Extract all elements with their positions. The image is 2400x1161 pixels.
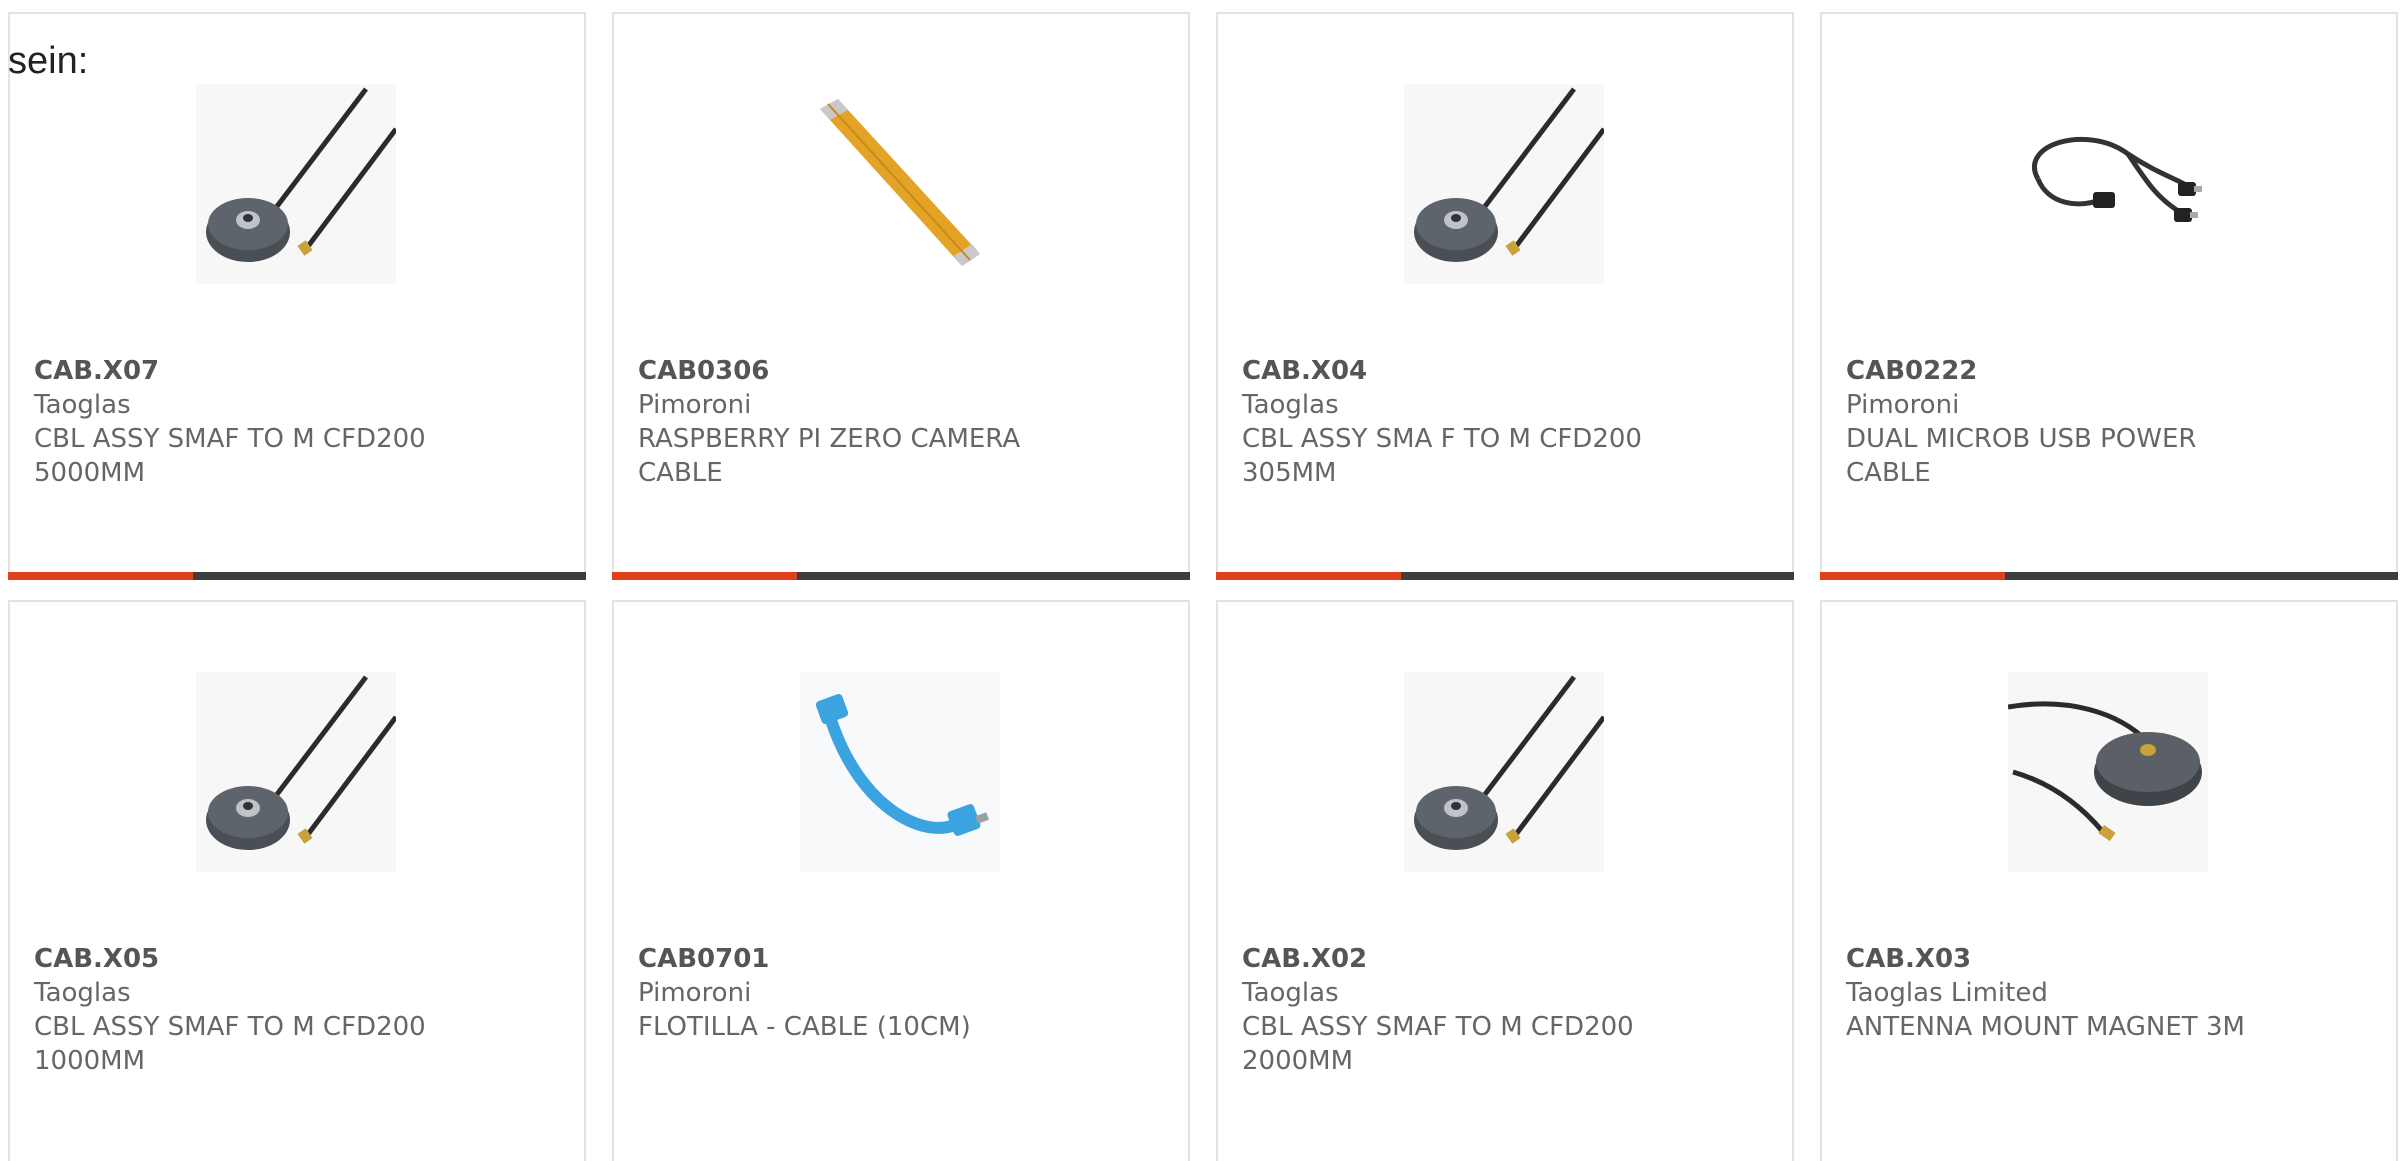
product-description: CBL ASSY SMAF TO M CFD200 2000MM [1242,1012,1634,1076]
product-card[interactable]: CAB.X03 Taoglas Limited ANTENNA MOUNT MA… [1820,600,2398,1161]
product-image[interactable] [800,672,1000,872]
part-number[interactable]: CAB.X07 [34,354,464,388]
product-image[interactable] [196,84,396,284]
progress-fill [8,572,193,580]
product-image[interactable] [1404,84,1604,284]
progress-bar [1216,572,1794,580]
product-info: CAB.X04 Taoglas CBL ASSY SMA F TO M CFD2… [1242,354,1672,490]
part-number[interactable]: CAB.X04 [1242,354,1672,388]
part-number[interactable]: CAB.X05 [34,942,464,976]
product-info: CAB0701 Pimoroni FLOTILLA - CABLE (10CM) [638,942,1068,1044]
product-description: FLOTILLA - CABLE (10CM) [638,1012,971,1042]
product-info: CAB.X02 Taoglas CBL ASSY SMAF TO M CFD20… [1242,942,1672,1078]
product-card[interactable]: CAB.X02 Taoglas CBL ASSY SMAF TO M CFD20… [1216,600,1794,1161]
progress-bar [8,572,586,580]
product-card[interactable]: CAB0701 Pimoroni FLOTILLA - CABLE (10CM) [612,600,1190,1161]
product-info: CAB0222 Pimoroni DUAL MICROB USB POWER C… [1846,354,2276,490]
part-number[interactable]: CAB.X03 [1846,942,2276,976]
page: sein: CAB.X07 Taoglas CBL ASSY SMAF TO M… [0,0,2400,1161]
product-description: CBL ASSY SMAF TO M CFD200 1000MM [34,1012,426,1076]
manufacturer: Pimoroni [1846,390,1960,420]
product-info: CAB.X03 Taoglas Limited ANTENNA MOUNT MA… [1846,942,2276,1044]
part-number[interactable]: CAB.X02 [1242,942,1672,976]
product-image[interactable] [196,672,396,872]
product-description: DUAL MICROB USB POWER CABLE [1846,424,2197,488]
product-image[interactable] [2008,84,2208,284]
product-info: CAB.X07 Taoglas CBL ASSY SMAF TO M CFD20… [34,354,464,490]
manufacturer: Taoglas Limited [1846,978,2048,1008]
manufacturer: Taoglas [34,390,131,420]
progress-fill [1216,572,1401,580]
progress-fill [612,572,797,580]
manufacturer: Taoglas [1242,390,1339,420]
progress-bar [1820,572,2398,580]
product-card[interactable]: CAB0222 Pimoroni DUAL MICROB USB POWER C… [1820,12,2398,580]
product-card[interactable]: CAB.X05 Taoglas CBL ASSY SMAF TO M CFD20… [8,600,586,1161]
product-info: CAB0306 Pimoroni RASPBERRY PI ZERO CAMER… [638,354,1068,490]
product-card[interactable]: CAB.X07 Taoglas CBL ASSY SMAF TO M CFD20… [8,12,586,580]
product-description: ANTENNA MOUNT MAGNET 3M [1846,1012,2245,1042]
product-card[interactable]: CAB.X04 Taoglas CBL ASSY SMA F TO M CFD2… [1216,12,1794,580]
product-image[interactable] [800,84,1000,284]
progress-bar [612,572,1190,580]
product-image[interactable] [1404,672,1604,872]
manufacturer: Pimoroni [638,390,752,420]
product-image[interactable] [2008,672,2208,872]
product-description: CBL ASSY SMA F TO M CFD200 305MM [1242,424,1642,488]
manufacturer: Taoglas [34,978,131,1008]
part-number[interactable]: CAB0222 [1846,354,2276,388]
product-info: CAB.X05 Taoglas CBL ASSY SMAF TO M CFD20… [34,942,464,1078]
part-number[interactable]: CAB0306 [638,354,1068,388]
part-number[interactable]: CAB0701 [638,942,1068,976]
product-card[interactable]: CAB0306 Pimoroni RASPBERRY PI ZERO CAMER… [612,12,1190,580]
progress-fill [1820,572,2005,580]
product-grid: CAB.X07 Taoglas CBL ASSY SMAF TO M CFD20… [8,12,2400,1161]
product-description: CBL ASSY SMAF TO M CFD200 5000MM [34,424,426,488]
product-description: RASPBERRY PI ZERO CAMERA CABLE [638,424,1021,488]
intro-text: sein: [8,40,89,82]
manufacturer: Pimoroni [638,978,752,1008]
manufacturer: Taoglas [1242,978,1339,1008]
